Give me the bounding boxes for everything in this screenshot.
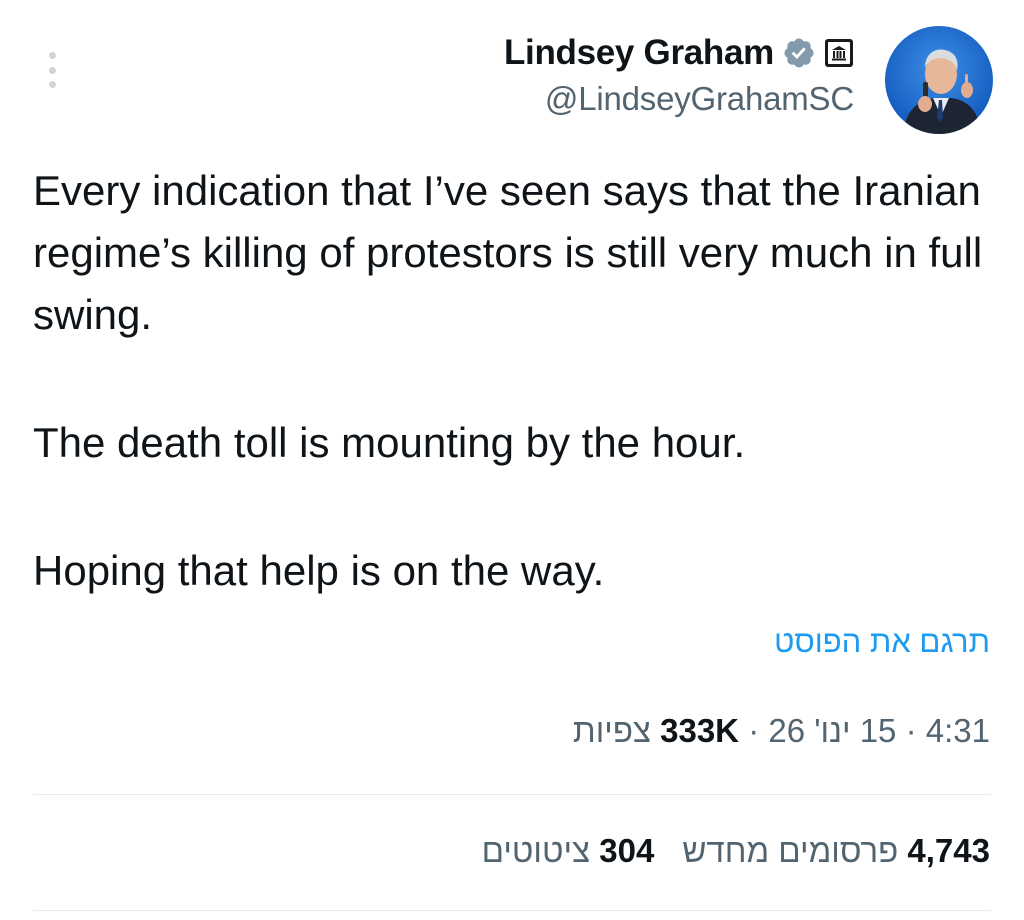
avatar-image: [885, 26, 993, 134]
author-block: Lindsey Graham @LindseyGrahamSC: [504, 30, 854, 118]
views-count: 333K: [660, 712, 740, 749]
divider: [33, 910, 991, 911]
quotes-count: 304: [599, 832, 655, 869]
government-building-icon[interactable]: [824, 38, 854, 68]
verified-badge-icon[interactable]: [782, 36, 816, 70]
tweet-body: Every indication that I’ve seen says tha…: [33, 160, 993, 602]
tweet-paragraph: Every indication that I’ve seen says tha…: [33, 167, 983, 338]
reposts-stat[interactable]: 4,743 פרסומים מחדש: [682, 832, 990, 870]
tweet-meta: 4:31 · 15 ינו' 26 · 333K צפיות: [573, 712, 990, 750]
author-name-row: Lindsey Graham: [504, 30, 854, 76]
more-options-button[interactable]: [40, 52, 64, 88]
meta-separator: ·: [748, 712, 760, 749]
more-dot: [48, 81, 56, 88]
views-label: צפיות: [572, 712, 651, 749]
divider: [33, 794, 991, 795]
more-dot: [48, 52, 56, 59]
meta-separator: ·: [905, 712, 917, 749]
reposts-label: פרסומים מחדש: [682, 832, 899, 869]
tweet-paragraph: Hoping that help is on the way.: [33, 547, 605, 594]
tweet-paragraph: The death toll is mounting by the hour.: [33, 419, 746, 466]
translate-post-link[interactable]: תרגם את הפוסט: [774, 624, 990, 660]
quotes-label: ציטוטים: [481, 832, 591, 869]
author-avatar[interactable]: [885, 26, 993, 134]
more-dot: [48, 66, 56, 74]
quotes-stat[interactable]: 304 ציטוטים: [482, 832, 655, 870]
author-display-name[interactable]: Lindsey Graham: [504, 33, 774, 73]
engagement-stats: 4,743 פרסומים מחדש 304 ציטוטים: [482, 832, 990, 870]
reposts-count: 4,743: [907, 832, 990, 869]
tweet-date[interactable]: 15 ינו' 26: [768, 712, 896, 749]
author-handle[interactable]: @LindseyGrahamSC: [504, 80, 854, 118]
tweet-time[interactable]: 4:31: [926, 712, 990, 749]
